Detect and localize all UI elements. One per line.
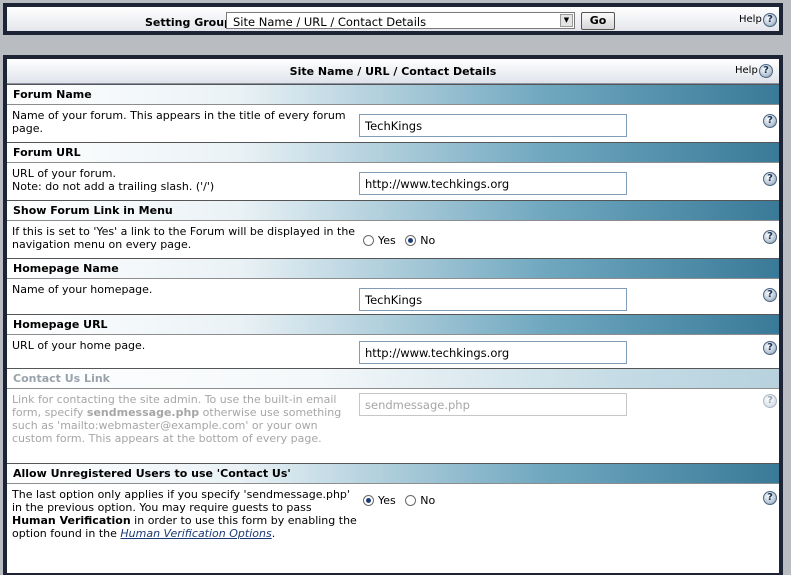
allow-unregistered-radio-group: Yes No	[363, 494, 441, 507]
forum-name-input[interactable]: TechKings	[359, 114, 627, 137]
setting-description: URL of your home page.	[12, 339, 146, 352]
help-icon[interactable]: ?	[759, 64, 773, 78]
description-line: Note: do not add a trailing slash. ('/')	[12, 180, 215, 193]
section-header-homepage-name: Homepage Name	[7, 258, 779, 278]
setting-group-bar: Setting Group Site Name / URL / Contact …	[3, 3, 783, 35]
setting-row-forum-name: Name of your forum. This appears in the …	[7, 104, 779, 142]
homepage-url-input[interactable]: http://www.techkings.org	[359, 341, 627, 364]
dropdown-arrow-icon[interactable]: ▼	[560, 14, 573, 27]
yes-label[interactable]: Yes	[378, 234, 396, 247]
input-value: sendmessage.php	[365, 398, 470, 412]
help-icon[interactable]: ?	[763, 172, 777, 186]
panel-header: Site Name / URL / Contact Details Help ?	[7, 59, 779, 84]
section-header-forum-name: Forum Name	[7, 84, 779, 104]
setting-row-allow-unregistered: The last option only applies if you spec…	[7, 483, 779, 563]
setting-description: Name of your forum. This appears in the …	[12, 109, 346, 135]
section-title: Allow Unregistered Users to use 'Contact…	[13, 467, 291, 480]
help-icon[interactable]: ?	[763, 394, 777, 408]
description-emphasis: sendmessage.php	[86, 406, 200, 419]
no-label[interactable]: No	[420, 494, 435, 507]
section-header-homepage-url: Homepage URL	[7, 314, 779, 334]
input-value: TechKings	[365, 293, 423, 307]
yes-radio[interactable]	[363, 235, 374, 246]
forum-url-input[interactable]: http://www.techkings.org	[359, 172, 627, 195]
section-header-show-forum-link: Show Forum Link in Menu	[7, 200, 779, 220]
setting-description: Name of your homepage.	[12, 283, 153, 296]
setting-description: If this is set to 'Yes' a link to the Fo…	[12, 225, 356, 251]
setting-row-forum-url: URL of your forum. Note: do not add a tr…	[7, 162, 779, 200]
setting-group-label: Setting Group	[145, 16, 232, 29]
human-verification-options-link[interactable]: Human Verification Options	[120, 527, 271, 540]
input-value: http://www.techkings.org	[365, 346, 510, 360]
show-forum-link-radio-group: Yes No	[363, 234, 441, 247]
help-icon[interactable]: ?	[763, 230, 777, 244]
section-title: Homepage Name	[13, 262, 119, 275]
section-header-allow-unregistered: Allow Unregistered Users to use 'Contact…	[7, 463, 779, 483]
description-line: URL of your forum.	[12, 167, 116, 180]
settings-panel-inner: Site Name / URL / Contact Details Help ?…	[7, 59, 779, 573]
section-header-forum-url: Forum URL	[7, 142, 779, 162]
settings-panel: Site Name / URL / Contact Details Help ?…	[3, 55, 783, 575]
help-icon[interactable]: ?	[763, 13, 777, 27]
description-emphasis: Human Verification	[12, 514, 131, 527]
input-value: TechKings	[365, 119, 423, 133]
homepage-name-input[interactable]: TechKings	[359, 288, 627, 311]
setting-description: The last option only applies if you spec…	[12, 488, 357, 540]
no-radio[interactable]	[405, 235, 417, 246]
help-icon[interactable]: ?	[763, 114, 777, 128]
section-title: Forum URL	[13, 146, 81, 159]
section-title: Homepage URL	[13, 318, 108, 331]
yes-radio[interactable]	[363, 495, 374, 506]
description-text: .	[271, 527, 276, 540]
contact-us-link-input[interactable]: sendmessage.php	[359, 393, 627, 416]
input-value: http://www.techkings.org	[365, 177, 510, 191]
help-icon[interactable]: ?	[763, 491, 777, 505]
panel-title: Site Name / URL / Contact Details	[289, 65, 497, 78]
help-link-label[interactable]: Help	[739, 14, 762, 25]
yes-label[interactable]: Yes	[378, 494, 396, 507]
help-icon[interactable]: ?	[763, 288, 777, 302]
no-radio[interactable]	[405, 495, 417, 506]
description-text: The last option only applies if you spec…	[12, 488, 350, 514]
panel-help-label[interactable]: Help	[735, 65, 758, 76]
setting-row-contact-us-link: Link for contacting the site admin. To u…	[7, 388, 779, 463]
setting-description: Link for contacting the site admin. To u…	[12, 393, 357, 445]
section-header-contact-us-link: Contact Us Link	[7, 368, 779, 388]
help-icon[interactable]: ?	[763, 341, 777, 355]
go-button[interactable]: Go	[581, 12, 615, 30]
setting-row-homepage-url: URL of your home page. http://www.techki…	[7, 334, 779, 368]
section-title: Show Forum Link in Menu	[13, 204, 173, 217]
setting-group-selected-value: Site Name / URL / Contact Details	[233, 15, 427, 29]
section-title: Contact Us Link	[13, 372, 110, 385]
setting-row-show-forum-link: If this is set to 'Yes' a link to the Fo…	[7, 220, 779, 258]
setting-group-select[interactable]: Site Name / URL / Contact Details ▼	[226, 12, 575, 29]
setting-row-homepage-name: Name of your homepage. TechKings ?	[7, 278, 779, 314]
setting-group-bar-inner: Setting Group Site Name / URL / Contact …	[7, 7, 779, 31]
setting-description: URL of your forum. Note: do not add a tr…	[12, 167, 357, 193]
no-label[interactable]: No	[420, 234, 435, 247]
section-title: Forum Name	[13, 88, 92, 101]
